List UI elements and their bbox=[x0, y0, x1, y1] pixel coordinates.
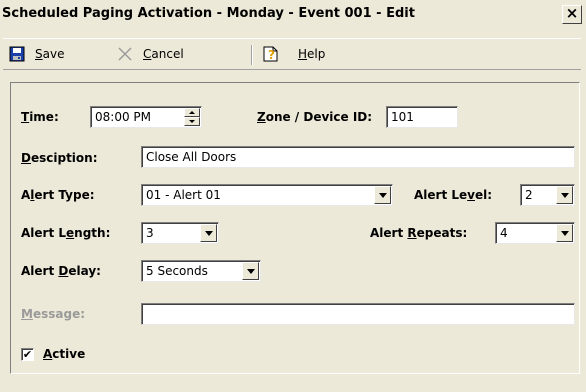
alert-delay-label: Alert Delay: bbox=[21, 264, 101, 278]
chevron-down-icon bbox=[204, 230, 213, 236]
message-label: Message: bbox=[21, 307, 86, 321]
zone-device-id-input[interactable]: 101 bbox=[386, 106, 458, 128]
alert-length-value: 3 bbox=[146, 226, 154, 240]
floppy-disk-icon bbox=[9, 46, 25, 62]
alert-level-dropdown-button[interactable] bbox=[556, 186, 573, 204]
alert-type-label: Alert Type: bbox=[21, 188, 95, 202]
close-button[interactable]: × bbox=[562, 5, 582, 24]
edit-window: Scheduled Paging Activation - Monday - E… bbox=[0, 0, 586, 392]
chevron-down-icon bbox=[378, 192, 387, 198]
cancel-button[interactable]: Cancel bbox=[117, 39, 184, 69]
toolbar-separator bbox=[251, 45, 253, 65]
chevron-down-icon bbox=[560, 192, 569, 198]
arrow-down-icon bbox=[189, 120, 195, 123]
window-title: Scheduled Paging Activation - Monday - E… bbox=[2, 6, 415, 21]
alert-level-label: Alert Level: bbox=[414, 188, 493, 202]
arrow-up-icon bbox=[189, 111, 195, 114]
alert-length-dropdown-button[interactable] bbox=[200, 224, 217, 242]
alert-delay-dropdown-button[interactable] bbox=[242, 262, 259, 280]
alert-repeats-select[interactable]: 4 bbox=[495, 222, 575, 244]
save-button[interactable]: Save bbox=[9, 39, 64, 69]
help-icon: ? bbox=[263, 46, 278, 62]
description-input[interactable]: Close All Doors bbox=[141, 146, 575, 168]
time-label: Time: bbox=[21, 110, 59, 124]
alert-type-dropdown-button[interactable] bbox=[374, 186, 391, 204]
active-label[interactable]: Active bbox=[43, 347, 85, 361]
message-input[interactable] bbox=[141, 303, 575, 325]
time-value: 08:00 PM bbox=[95, 110, 151, 124]
alert-delay-select[interactable]: 5 Seconds bbox=[141, 260, 261, 282]
alert-length-label: Alert Length: bbox=[21, 226, 111, 240]
alert-repeats-label: Alert Repeats: bbox=[370, 226, 468, 240]
description-label: Desciption: bbox=[21, 151, 98, 165]
spin-up-button[interactable] bbox=[184, 108, 200, 117]
alert-length-select[interactable]: 3 bbox=[141, 222, 219, 244]
active-checkbox[interactable]: ✔ bbox=[21, 348, 34, 361]
alert-level-value: 2 bbox=[525, 188, 533, 202]
alert-type-value: 01 - Alert 01 bbox=[146, 188, 221, 202]
time-input[interactable]: 08:00 PM bbox=[90, 106, 202, 128]
chevron-down-icon bbox=[246, 268, 255, 274]
save-label: Save bbox=[35, 47, 65, 61]
form-panel: Time: 08:00 PM Zone / Device ID: 101 Des… bbox=[10, 82, 580, 374]
title-bar[interactable]: Scheduled Paging Activation - Monday - E… bbox=[0, 0, 586, 30]
cancel-label: Cancel bbox=[143, 47, 184, 61]
close-icon: × bbox=[565, 4, 579, 22]
spin-down-button[interactable] bbox=[184, 117, 200, 126]
alert-repeats-value: 4 bbox=[500, 226, 508, 240]
description-value: Close All Doors bbox=[146, 150, 237, 164]
cancel-x-icon bbox=[118, 47, 132, 61]
alert-level-select[interactable]: 2 bbox=[520, 184, 575, 206]
svg-text:?: ? bbox=[268, 48, 275, 62]
zone-value: 101 bbox=[391, 110, 414, 124]
help-button[interactable]: ? Help bbox=[262, 39, 325, 69]
time-spinner[interactable] bbox=[184, 108, 200, 126]
alert-delay-value: 5 Seconds bbox=[146, 264, 208, 278]
chevron-down-icon bbox=[560, 230, 569, 236]
alert-type-select[interactable]: 01 - Alert 01 bbox=[141, 184, 393, 206]
toolbar: Save Cancel ? Help bbox=[3, 38, 581, 70]
zone-label: Zone / Device ID: bbox=[257, 110, 373, 124]
alert-repeats-dropdown-button[interactable] bbox=[556, 224, 573, 242]
checkmark-icon: ✔ bbox=[22, 348, 33, 361]
help-label: Help bbox=[298, 47, 326, 61]
